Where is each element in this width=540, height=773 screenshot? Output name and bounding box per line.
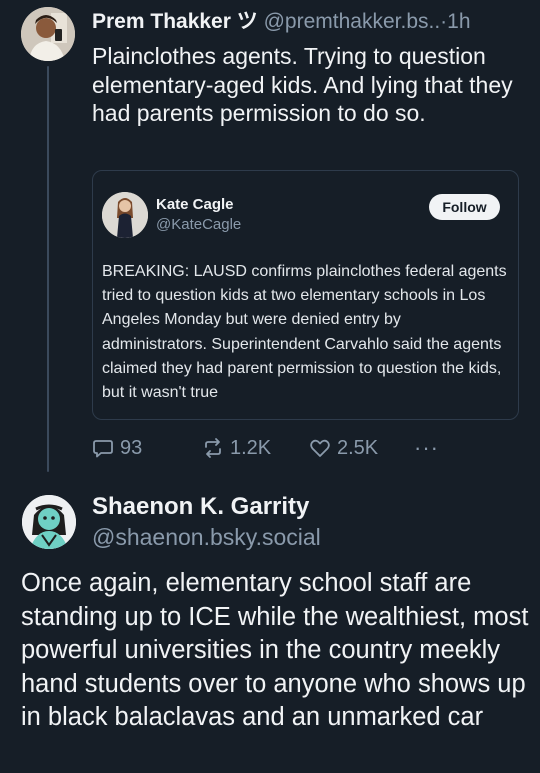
quoted-author-name[interactable]: Kate Cagle xyxy=(156,196,234,213)
follow-button[interactable]: Follow xyxy=(429,194,500,220)
repost-arrows-icon xyxy=(202,437,224,459)
like-count: 2.5K xyxy=(337,436,379,459)
author-handle[interactable]: @shaenon.bsky.social xyxy=(92,522,321,552)
author-name[interactable]: Shaenon K. Garrity xyxy=(92,492,309,522)
author-handle[interactable]: @premthakker.bs.. xyxy=(264,10,441,33)
reply-count: 93 xyxy=(120,436,143,459)
post-time[interactable]: 1h xyxy=(447,10,470,33)
heart-icon xyxy=(309,437,331,459)
avatar[interactable] xyxy=(22,495,76,549)
post-text: Plainclothes agents. Trying to question … xyxy=(92,43,513,126)
avatar[interactable] xyxy=(102,192,148,238)
ellipsis-icon: ··· xyxy=(414,435,439,460)
author-name[interactable]: Prem Thakker xyxy=(92,10,231,33)
author-badge: ツ xyxy=(236,10,258,33)
quoted-post-text: BREAKING: LAUSD confirms plainclothes fe… xyxy=(102,263,507,402)
more-options-button[interactable]: ··· xyxy=(414,434,439,462)
quoted-post-card[interactable]: Kate Cagle @KateCagle Follow BREAKING: L… xyxy=(92,170,519,420)
post-header: Prem Thakker ツ @premthakker.bs..·1h xyxy=(92,6,532,38)
post-actions: 93 1.2K 2.5K ··· xyxy=(92,434,532,462)
reply-button[interactable]: 93 xyxy=(92,434,142,462)
thread-connector-line xyxy=(47,66,49,472)
speech-bubble-icon xyxy=(92,437,114,459)
avatar[interactable] xyxy=(21,7,75,61)
repost-count: 1.2K xyxy=(230,436,272,459)
repost-button[interactable]: 1.2K xyxy=(202,434,271,462)
like-button[interactable]: 2.5K xyxy=(309,434,378,462)
quoted-author-handle[interactable]: @KateCagle xyxy=(156,216,241,233)
post-text: Once again, elementary school staff are … xyxy=(21,569,529,731)
